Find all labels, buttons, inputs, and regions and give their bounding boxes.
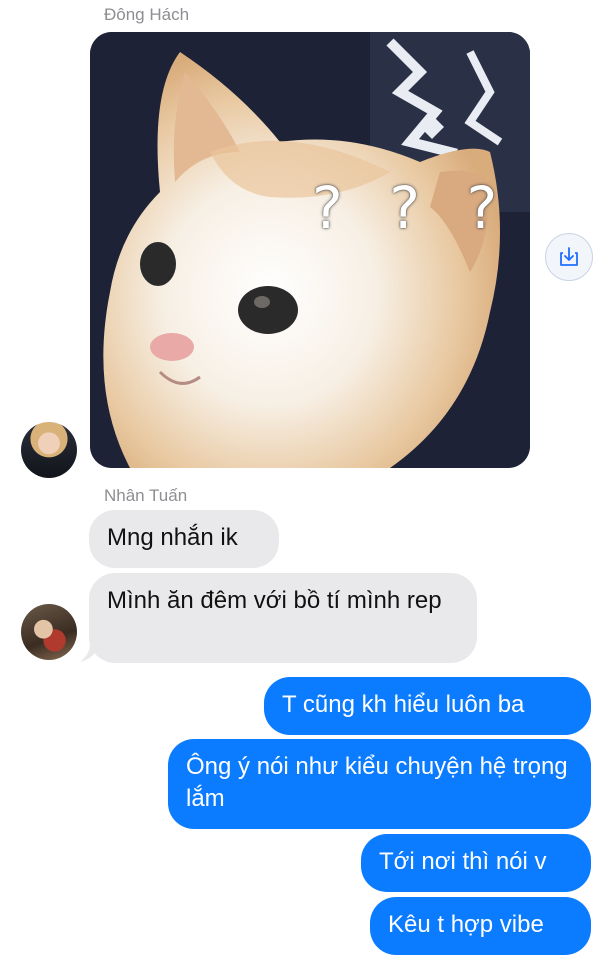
sender-name: Nhân Tuấn — [104, 486, 188, 505]
avatar[interactable] — [21, 604, 77, 660]
outgoing-message[interactable]: Ông ý nói như kiểu chuyện hệ trọng lắm — [168, 739, 591, 829]
save-image-button[interactable] — [545, 233, 593, 281]
incoming-message[interactable]: Mng nhắn ik — [89, 510, 279, 568]
outgoing-message[interactable]: Tới nơi thì nói v — [361, 834, 591, 892]
image-message[interactable]: ? ? ? — [90, 32, 530, 468]
bubble-tail — [80, 644, 98, 662]
outgoing-message[interactable]: T cũng kh hiểu luôn ba — [264, 677, 591, 735]
avatar[interactable] — [21, 422, 77, 478]
download-icon — [560, 247, 578, 266]
kitten-photo — [90, 32, 530, 468]
incoming-message[interactable]: Mình ăn đêm với bồ tí mình rep — [89, 573, 477, 663]
question-marks: ? ? ? — [312, 174, 512, 242]
sender-name: Đông Hách — [104, 5, 190, 24]
outgoing-message[interactable]: Kêu t hợp vibe — [370, 897, 591, 955]
